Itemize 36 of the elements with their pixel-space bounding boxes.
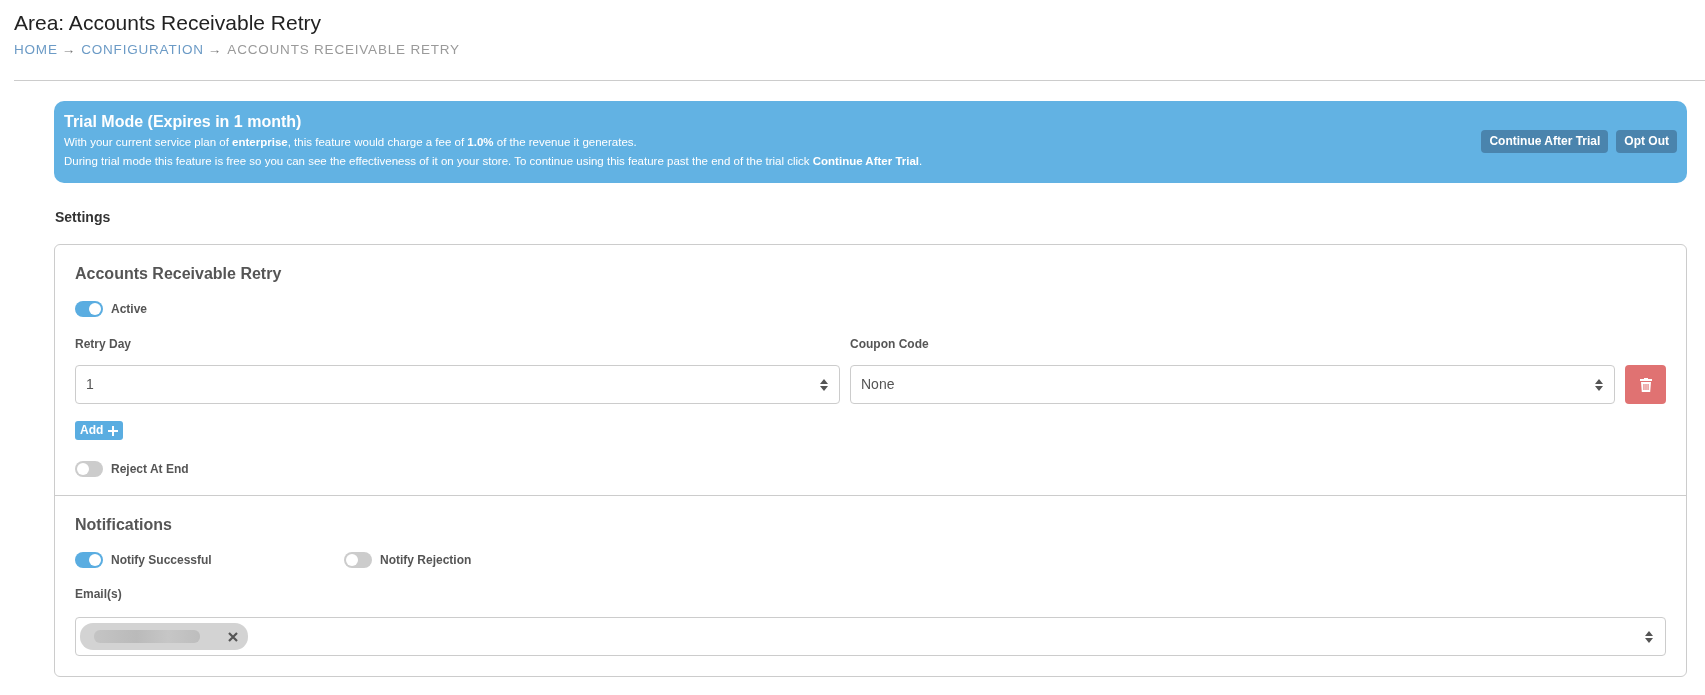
breadcrumb-current: ACCOUNTS RECEIVABLE RETRY: [227, 41, 460, 59]
remove-icon[interactable]: [228, 631, 238, 642]
banner-text: During trial mode this feature is free so you can see the effectiveness of it on your store. To continue using this feature past the end of the trial click Continue After Trial.: [64, 154, 923, 169]
breadcrumb-separator: →: [207, 41, 222, 59]
email-select-field[interactable]: [75, 617, 1666, 656]
toggle-label: Active: [111, 301, 148, 317]
field-label: Email(s): [75, 586, 123, 602]
sort-caret-icon: [1595, 378, 1603, 391]
trash-icon: [1639, 377, 1652, 392]
toggle-label: Notify Successful: [111, 552, 212, 568]
plus-icon: [108, 425, 119, 436]
page-title: Area: Accounts Receivable Retry: [13, 10, 322, 36]
breadcrumb-separator: →: [61, 41, 76, 59]
delete-button[interactable]: [1625, 365, 1666, 404]
section-title: Notifications: [75, 515, 173, 535]
field-label: Retry Day: [75, 336, 133, 352]
sort-caret-icon: [1645, 630, 1653, 643]
banner-text: With your current service plan of enterprise, this feature would charge a fee of 1.0% of the revenue it generates.: [64, 135, 638, 150]
section-heading: Settings: [55, 208, 112, 226]
field-label: Coupon Code: [850, 336, 930, 352]
breadcrumb-link[interactable]: HOME: [14, 41, 58, 59]
add-button[interactable]: Add: [75, 421, 124, 440]
toggle-label: Notify Rejection: [380, 552, 472, 568]
toggle-switch[interactable]: [75, 552, 103, 568]
trial-action-button[interactable]: Continue After Trial: [1481, 130, 1609, 153]
trial-action-button[interactable]: Opt Out: [1616, 130, 1677, 153]
toggle-label: Reject At End: [111, 461, 189, 477]
banner-title: Trial Mode (Expires in 1 month): [64, 112, 303, 132]
toggle-switch[interactable]: [344, 552, 372, 568]
toggle-switch[interactable]: [75, 461, 103, 477]
coupon-code-select[interactable]: None: [850, 365, 1615, 404]
sort-caret-icon: [820, 378, 828, 391]
retry-day-select[interactable]: 1: [75, 365, 840, 404]
breadcrumb-link[interactable]: CONFIGURATION: [81, 41, 204, 59]
card-title: Accounts Receivable Retry: [75, 264, 283, 284]
toggle-switch[interactable]: [75, 301, 103, 317]
